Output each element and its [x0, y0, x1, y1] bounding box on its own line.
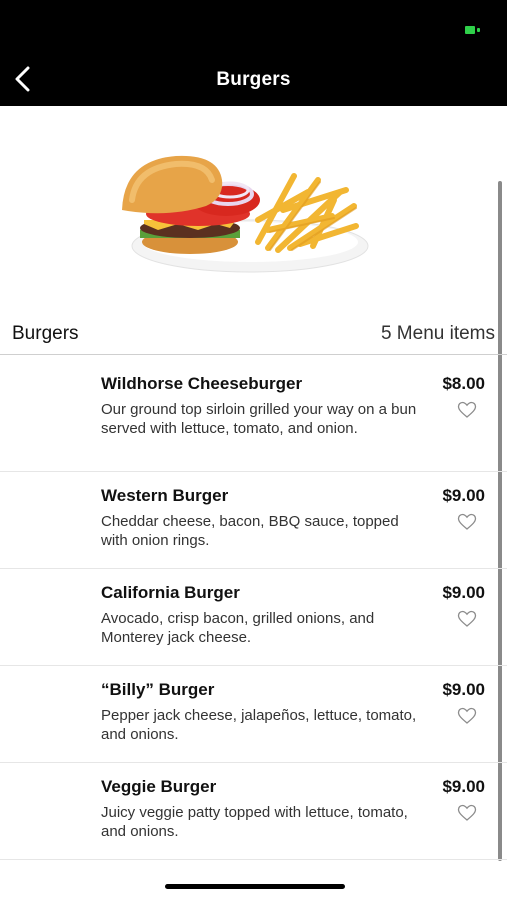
menu-item[interactable]: California Burger Avocado, crisp bacon, …	[0, 569, 507, 666]
section-title: Burgers	[12, 323, 79, 344]
menu-item[interactable]: “Billy” Burger Pepper jack cheese, jalap…	[0, 666, 507, 763]
heart-icon[interactable]	[457, 513, 477, 531]
page-title: Burgers	[216, 69, 291, 90]
burger-and-fries-photo	[122, 155, 369, 273]
navigation-bar: Burgers	[0, 52, 507, 106]
item-price: $9.00	[442, 680, 485, 699]
heart-icon[interactable]	[457, 610, 477, 628]
heart-icon[interactable]	[457, 707, 477, 725]
menu-item-count: 5 Menu items	[380, 323, 495, 344]
menu-item[interactable]: Veggie Burger Juicy veggie patty topped …	[0, 763, 507, 860]
menu-item[interactable]: Wildhorse Cheeseburger Our ground top si…	[0, 360, 507, 472]
item-name: “Billy” Burger	[101, 680, 215, 699]
item-price: $9.00	[442, 583, 485, 602]
status-bar	[0, 0, 507, 52]
battery-icon	[465, 26, 481, 34]
item-description: Our ground top sirloin grilled your way …	[101, 401, 417, 437]
menu-scroll-area[interactable]: Burgers 5 Menu items Wildhorse Cheesebur…	[0, 106, 507, 866]
item-description: Avocado, crisp bacon, grilled onions, an…	[101, 610, 375, 646]
item-description: Pepper jack cheese, jalapeños, lettuce, …	[101, 707, 417, 743]
item-price: $8.00	[442, 374, 485, 393]
heart-icon[interactable]	[457, 401, 477, 419]
item-name: California Burger	[101, 583, 240, 602]
menu-item[interactable]: Western Burger Cheddar cheese, bacon, BB…	[0, 472, 507, 569]
home-indicator[interactable]	[165, 884, 345, 889]
heart-icon[interactable]	[457, 804, 477, 822]
menu-list: Wildhorse Cheeseburger Our ground top si…	[0, 360, 507, 860]
item-description: Cheddar cheese, bacon, BBQ sauce, topped…	[101, 513, 399, 549]
item-name: Wildhorse Cheeseburger	[101, 374, 303, 393]
item-description: Juicy veggie patty topped with lettuce, …	[101, 804, 408, 840]
section-header: Burgers 5 Menu items	[0, 311, 507, 355]
item-name: Western Burger	[101, 486, 229, 505]
item-price: $9.00	[442, 777, 485, 796]
item-price: $9.00	[442, 486, 485, 505]
item-name: Veggie Burger	[101, 777, 217, 796]
